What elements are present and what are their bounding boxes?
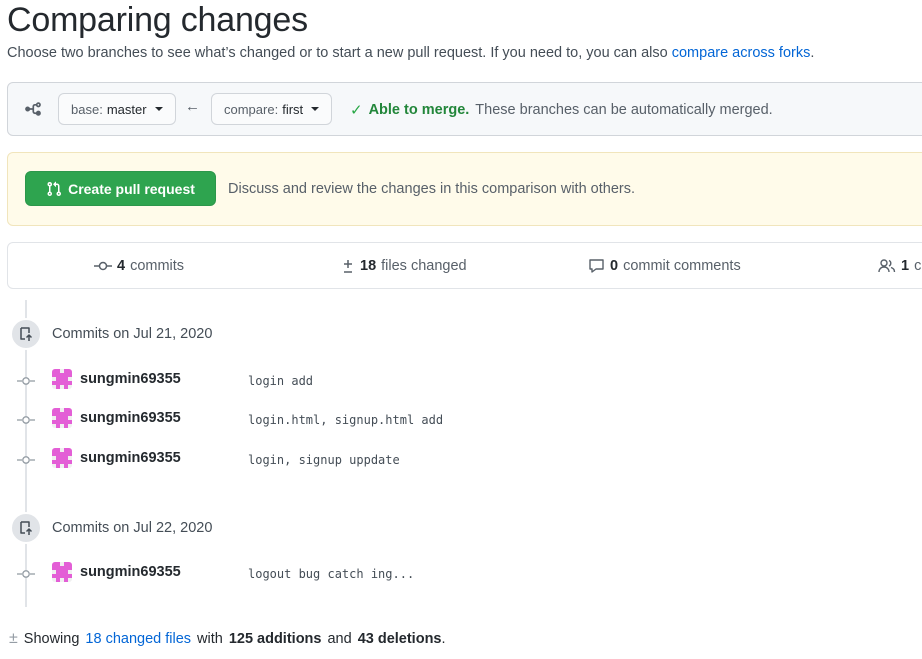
commit-message-link[interactable]: login, signup uppdate	[248, 453, 400, 467]
avatar[interactable]	[52, 448, 72, 468]
compare-icon	[25, 102, 41, 116]
compare-across-forks-link[interactable]: compare across forks	[672, 45, 811, 61]
avatar[interactable]	[52, 369, 72, 389]
plus-minus-icon: ±	[9, 630, 18, 647]
contributors-label: co	[914, 258, 922, 274]
range-editor: base: master ← compare: first ✓ Able to …	[7, 82, 922, 136]
merge-note: These branches can be automatically merg…	[475, 102, 773, 118]
merge-ok-text: Able to merge.	[368, 102, 470, 118]
page-subtitle: Choose two branches to see what’s change…	[7, 45, 814, 61]
people-icon	[878, 259, 896, 273]
commit-message-link[interactable]: login add	[248, 374, 313, 388]
additions-count: 125 additions	[228, 631, 322, 647]
contributors-count: 1	[901, 258, 910, 274]
compare-branch-name: first	[282, 101, 304, 117]
subtitle-text: Choose two branches to see what’s change…	[7, 45, 668, 61]
avatar[interactable]	[52, 562, 72, 582]
commit-node-icon	[17, 377, 35, 385]
and-text: and	[327, 631, 352, 647]
tab-commit-comments[interactable]: 0 commit comments	[588, 258, 741, 274]
deletions-count: 43 deletions	[357, 631, 442, 647]
tab-contributors[interactable]: 1 co	[878, 258, 922, 274]
commit-author-link[interactable]: sungmin69355	[80, 371, 181, 387]
pull-request-banner: Create pull request Discuss and review t…	[7, 152, 922, 226]
footer-end: .	[441, 631, 446, 647]
diff-stats: ± Showing 18 changed files with 125 addi…	[9, 630, 446, 648]
repo-push-icon	[10, 318, 42, 350]
tab-commits[interactable]: 4 commits	[94, 258, 184, 274]
comparison-summary: 4 commits 18 files changed 0 commit comm…	[7, 242, 922, 289]
commits-count: 4	[117, 258, 126, 274]
commit-author-link[interactable]: sungmin69355	[80, 410, 181, 426]
showing-text: Showing	[23, 631, 80, 647]
files-count: 18	[360, 258, 377, 274]
file-diff-icon	[344, 260, 352, 273]
create-pull-request-button[interactable]: Create pull request	[25, 171, 216, 206]
commit-message-link[interactable]: logout bug catch ing...	[248, 567, 414, 581]
repo-push-icon	[10, 512, 42, 544]
subtitle-end: .	[810, 45, 815, 61]
page-title: Comparing changes	[7, 1, 308, 39]
compare-prefix: compare:	[224, 101, 279, 117]
commit-row: sungmin69355 login add	[0, 368, 922, 396]
create-pull-request-label: Create pull request	[68, 180, 195, 197]
arrow-left-icon: ←	[185, 98, 200, 115]
avatar[interactable]	[52, 408, 72, 428]
commit-row: sungmin69355 login, signup uppdate	[0, 447, 922, 475]
changed-files-link[interactable]: 18 changed files	[85, 631, 191, 647]
pull-request-icon	[47, 181, 62, 196]
commit-group-title: Commits on Jul 22, 2020	[52, 520, 213, 536]
commit-node-icon	[17, 456, 35, 464]
commits-label: commits	[130, 258, 185, 274]
commit-node-icon	[17, 570, 35, 578]
comment-icon	[589, 259, 604, 273]
commit-icon	[94, 261, 112, 271]
comments-label: commit comments	[623, 258, 741, 274]
files-label: files changed	[381, 258, 467, 274]
compare-branch-select[interactable]: compare: first	[211, 93, 333, 125]
commit-group-title: Commits on Jul 21, 2020	[52, 326, 213, 342]
commit-author-link[interactable]: sungmin69355	[80, 564, 181, 580]
commit-message-link[interactable]: login.html, signup.html add	[248, 413, 443, 427]
merge-status: ✓ Able to merge. These branches can be a…	[350, 101, 773, 119]
commit-node-icon	[17, 416, 35, 424]
comments-count: 0	[610, 258, 619, 274]
tab-files-changed[interactable]: 18 files changed	[341, 258, 467, 274]
with-text: with	[197, 631, 223, 647]
base-branch-select[interactable]: base: master	[58, 93, 176, 125]
banner-text: Discuss and review the changes in this c…	[228, 181, 635, 197]
base-prefix: base:	[71, 101, 103, 117]
commit-row: sungmin69355 logout bug catch ing...	[0, 561, 922, 589]
chevron-down-icon	[154, 107, 163, 111]
commit-row: sungmin69355 login.html, signup.html add	[0, 407, 922, 435]
base-branch-name: master	[106, 101, 147, 117]
chevron-down-icon	[311, 107, 320, 111]
check-icon: ✓	[350, 102, 363, 119]
commit-author-link[interactable]: sungmin69355	[80, 450, 181, 466]
